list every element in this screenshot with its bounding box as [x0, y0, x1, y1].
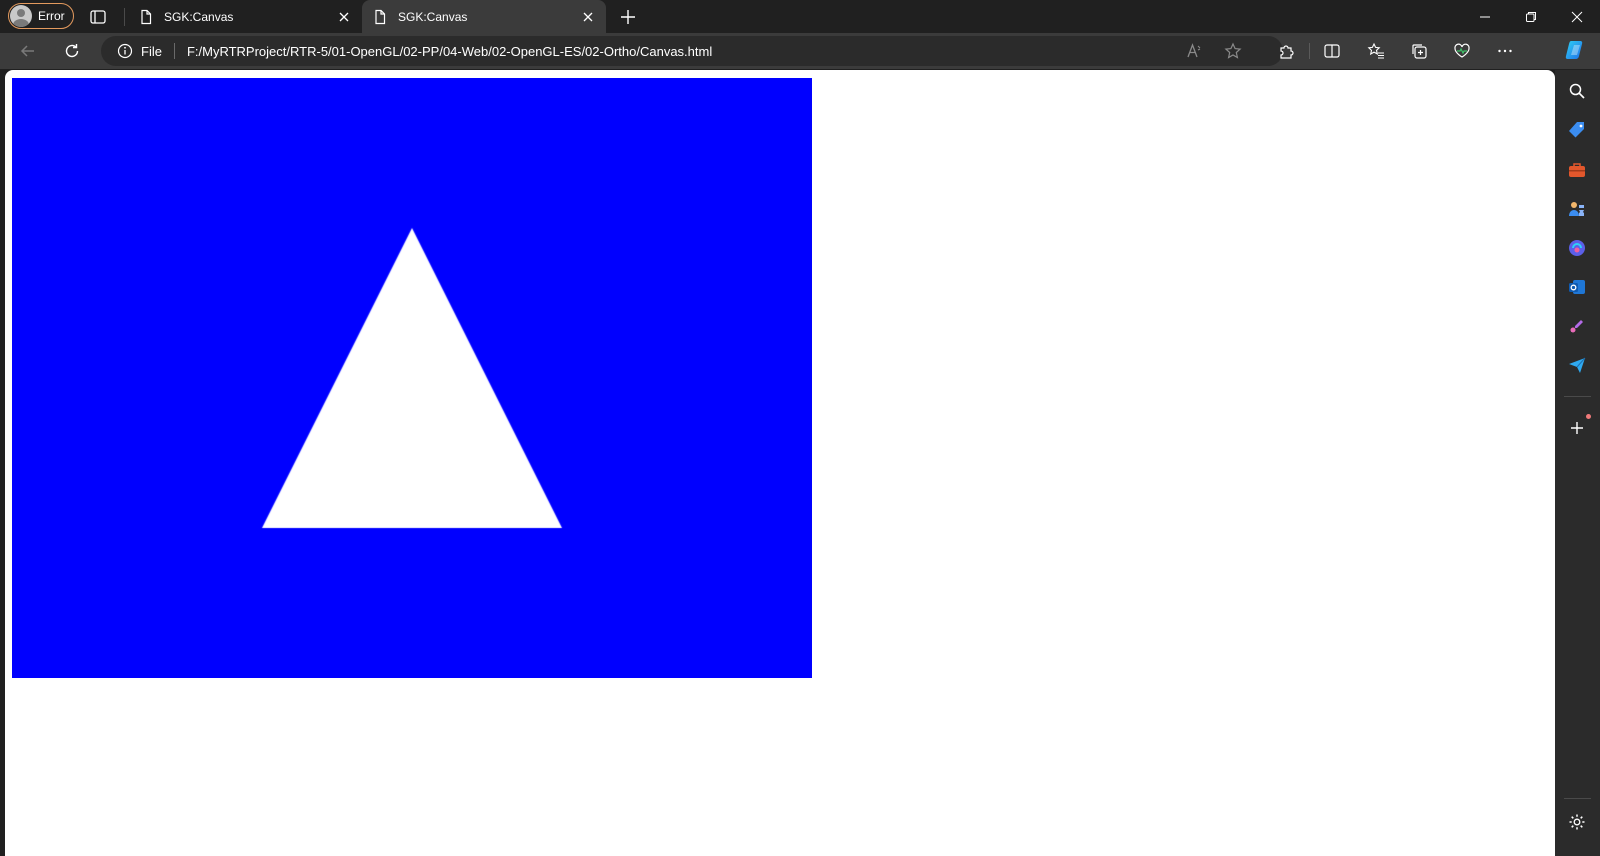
page-icon	[375, 9, 386, 24]
more-options-icon[interactable]	[1495, 41, 1515, 61]
close-icon[interactable]	[580, 9, 596, 25]
refresh-icon[interactable]	[62, 41, 82, 61]
settings-icon[interactable]	[1567, 812, 1587, 832]
sidebar-divider	[1564, 396, 1591, 397]
info-icon[interactable]	[117, 43, 133, 59]
add-icon[interactable]	[1567, 418, 1587, 438]
tab-actions-icon[interactable]	[88, 7, 108, 27]
back-arrow-icon[interactable]	[18, 41, 38, 61]
toolbox-icon[interactable]	[1567, 160, 1587, 180]
outlook-icon[interactable]	[1567, 277, 1587, 297]
chess-icon[interactable]	[1567, 199, 1587, 219]
favorite-star-icon[interactable]	[1223, 41, 1243, 61]
address-divider	[173, 43, 175, 59]
navigation-toolbar: File F:/MyRTRProject/RTR-5/01-OpenGL/02-…	[0, 33, 1600, 69]
extensions-icon[interactable]	[1276, 41, 1296, 61]
edge-sidebar	[1555, 70, 1600, 856]
close-icon[interactable]	[336, 9, 352, 25]
send-icon[interactable]	[1567, 355, 1587, 375]
tab-divider	[124, 8, 125, 26]
restore-button[interactable]	[1508, 0, 1554, 33]
page-icon	[141, 9, 152, 24]
tab-title: SGK:Canvas	[164, 9, 234, 24]
scheme-label: File	[141, 43, 162, 59]
search-icon[interactable]	[1567, 81, 1587, 101]
page-viewport	[5, 70, 1555, 856]
read-aloud-icon[interactable]	[1184, 41, 1204, 61]
minimize-button[interactable]	[1462, 0, 1508, 33]
webgl-canvas[interactable]	[12, 78, 812, 678]
tab-sgk-canvas-1[interactable]: SGK:Canvas	[128, 0, 362, 33]
url-text[interactable]: F:/MyRTRProject/RTR-5/01-OpenGL/02-PP/04…	[187, 44, 712, 59]
sidebar-divider	[1564, 798, 1591, 799]
avatar	[10, 5, 32, 27]
favorites-icon[interactable]	[1366, 41, 1386, 61]
split-screen-icon[interactable]	[1322, 41, 1342, 61]
profile-label: Error	[38, 9, 65, 23]
shopping-tag-icon[interactable]	[1567, 120, 1587, 140]
close-window-button[interactable]	[1554, 0, 1600, 33]
tab-title: SGK:Canvas	[398, 9, 468, 24]
toolbar-divider	[1309, 43, 1310, 59]
tab-sgk-canvas-2[interactable]: SGK:Canvas	[362, 0, 606, 33]
browser-essentials-icon[interactable]	[1452, 41, 1472, 61]
designer-icon[interactable]	[1567, 316, 1587, 336]
copilot-sidebar-icon[interactable]	[1567, 238, 1587, 258]
collections-icon[interactable]	[1409, 41, 1429, 61]
copilot-icon[interactable]	[1564, 38, 1588, 62]
address-bar[interactable]: File F:/MyRTRProject/RTR-5/01-OpenGL/02-…	[101, 36, 1283, 66]
title-bar: Error SGK:Canvas SGK:Canvas	[0, 0, 1600, 33]
notification-dot	[1586, 414, 1591, 419]
new-tab-icon[interactable]	[618, 7, 638, 27]
profile-button[interactable]: Error	[8, 3, 74, 29]
